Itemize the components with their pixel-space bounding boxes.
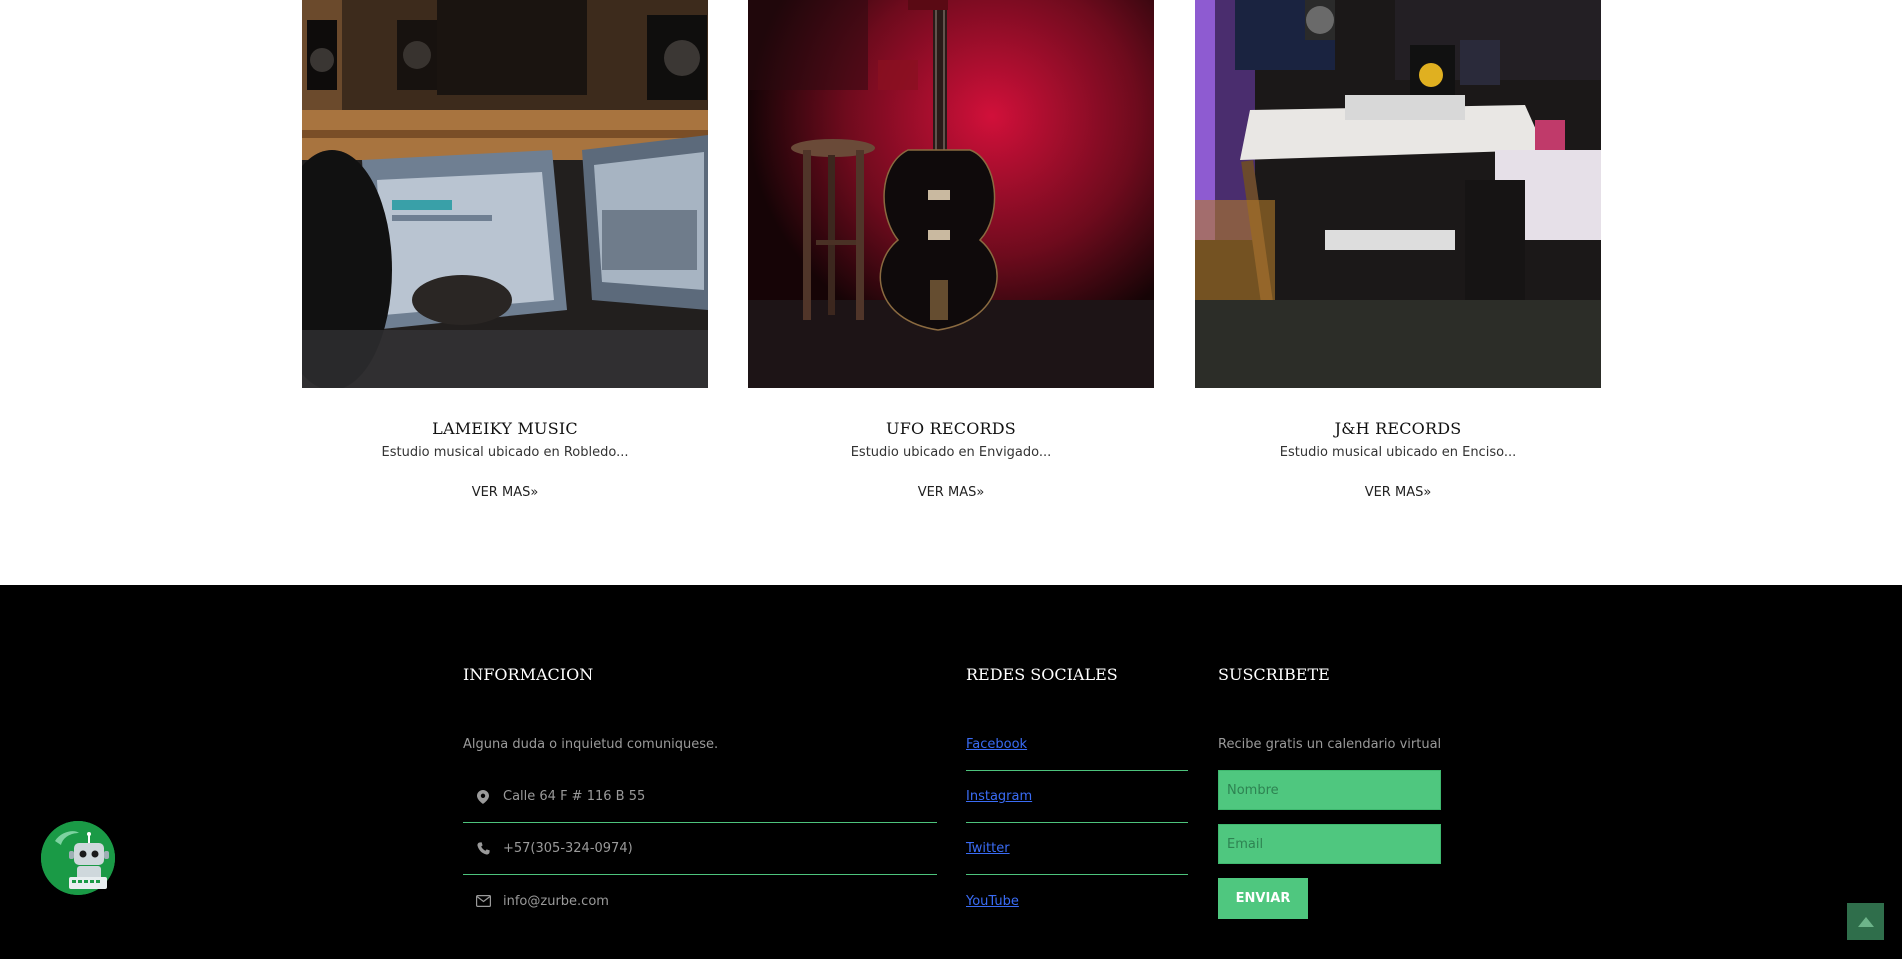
studio-description: Estudio ubicado en Envigado... <box>850 445 1052 460</box>
studio-name: J&H RECORDS <box>1334 419 1462 438</box>
studio-card: J&H RECORDS Estudio musical ubicado en E… <box>1195 0 1601 500</box>
info-text: Alguna duda o inquietud comuniquese. <box>463 737 719 752</box>
studio-name: UFO RECORDS <box>886 419 1016 438</box>
studio-photo-guitar[interactable] <box>748 0 1154 388</box>
instagram-link[interactable]: Instagram <box>966 789 1032 804</box>
studio-card: LAMEIKY MUSIC Estudio musical ubicado en… <box>302 0 708 500</box>
social-links: Facebook Instagram Twitter YouTube <box>966 719 1188 927</box>
studio-photo-mixing-console[interactable] <box>302 0 708 388</box>
email-text: info@zurbe.com <box>503 893 609 909</box>
facebook-link[interactable]: Facebook <box>966 737 1027 752</box>
studio-card: UFO RECORDS Estudio ubicado en Envigado.… <box>748 0 1154 500</box>
ver-mas-link[interactable]: VER MAS» <box>302 485 708 500</box>
youtube-link[interactable]: YouTube <box>966 894 1019 909</box>
studio-description: Estudio musical ubicado en Robledo... <box>381 445 629 460</box>
info-heading: INFORMACION <box>463 665 594 684</box>
studio-name: LAMEIKY MUSIC <box>432 419 578 438</box>
map-pin-icon <box>463 789 503 804</box>
phone-text: +57(305-324-0974) <box>503 841 633 856</box>
chatbot-button[interactable] <box>41 821 115 895</box>
ver-mas-link[interactable]: VER MAS» <box>1195 485 1601 500</box>
envelope-icon <box>463 895 503 907</box>
twitter-link[interactable]: Twitter <box>966 841 1010 856</box>
phone-row: +57(305-324-0974) <box>463 823 937 875</box>
studio-description: Estudio musical ubicado en Enciso... <box>1279 445 1517 460</box>
phone-icon <box>463 842 503 855</box>
footer: INFORMACION Alguna duda o inquietud comu… <box>0 585 1902 959</box>
robot-icon <box>41 821 115 895</box>
social-item-twitter: Twitter <box>966 823 1188 875</box>
social-item-youtube: YouTube <box>966 875 1188 927</box>
address-text: Calle 64 F # 116 B 55 <box>503 789 646 804</box>
social-item-instagram: Instagram <box>966 771 1188 823</box>
name-input[interactable] <box>1218 770 1441 810</box>
chevron-up-icon <box>1857 916 1874 927</box>
social-item-facebook: Facebook <box>966 719 1188 771</box>
page: LAMEIKY MUSIC Estudio musical ubicado en… <box>0 0 1902 959</box>
ver-mas-link[interactable]: VER MAS» <box>748 485 1154 500</box>
studio-photo-dj-setup[interactable] <box>1195 0 1601 388</box>
email-input[interactable] <box>1218 824 1441 864</box>
enviar-button[interactable]: ENVIAR <box>1218 878 1308 919</box>
studios-section: LAMEIKY MUSIC Estudio musical ubicado en… <box>0 0 1902 585</box>
address-row: Calle 64 F # 116 B 55 <box>463 771 937 823</box>
email-row: info@zurbe.com <box>463 875 937 927</box>
subscribe-text: Recibe gratis un calendario virtual <box>1218 737 1442 752</box>
scroll-to-top-button[interactable] <box>1847 903 1884 940</box>
social-heading: REDES SOCIALES <box>966 665 1118 684</box>
subscribe-heading: SUSCRIBETE <box>1218 665 1330 684</box>
